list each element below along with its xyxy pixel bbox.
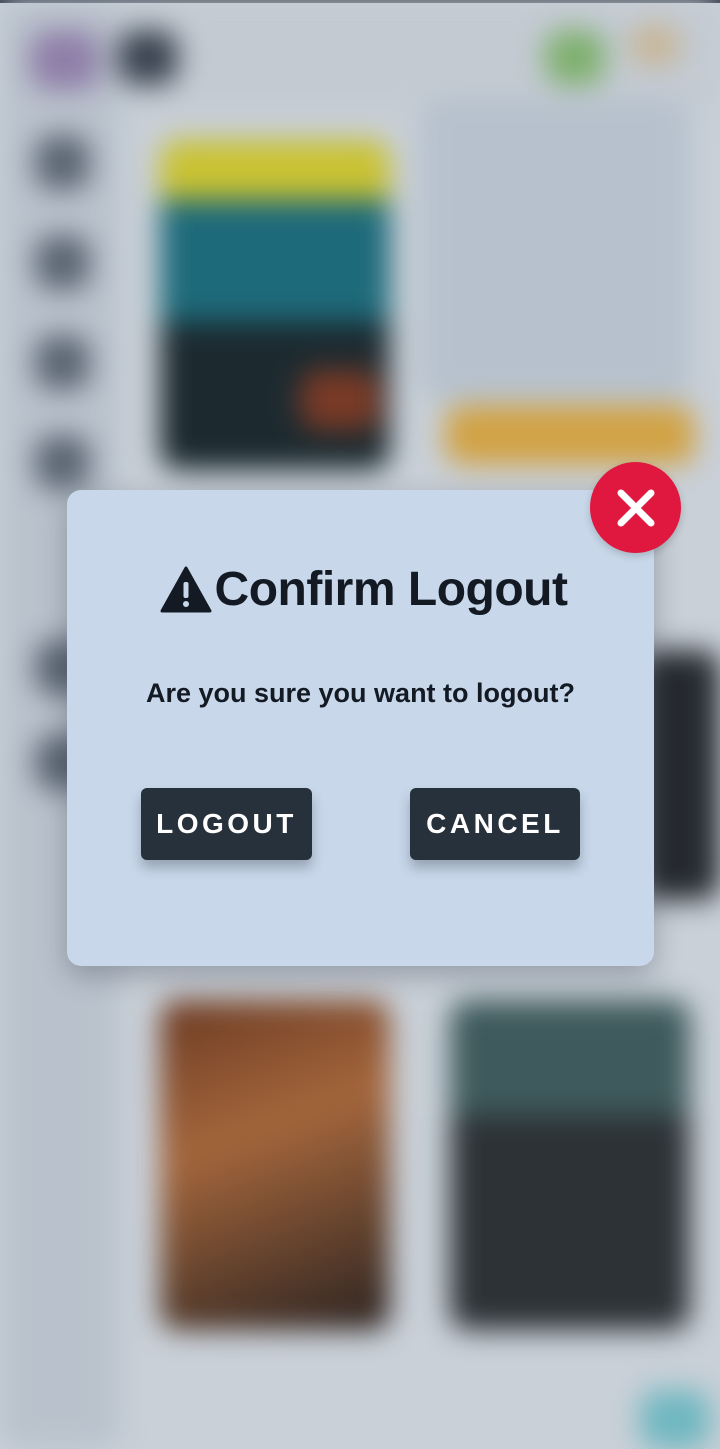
background-logo xyxy=(30,30,100,90)
background-header-icon xyxy=(545,30,605,85)
logout-button[interactable]: LOGOUT xyxy=(141,788,312,860)
background-nav-icon xyxy=(640,1390,710,1449)
background-avatar xyxy=(118,30,178,85)
cancel-button[interactable]: CANCEL xyxy=(410,788,580,860)
background-poster xyxy=(450,1000,690,1330)
background-rail-icon xyxy=(35,235,90,290)
dialog-message: Are you sure you want to logout? xyxy=(145,678,575,708)
background-action-button xyxy=(445,405,695,465)
warning-triangle-icon xyxy=(160,566,212,612)
background-rail-icon xyxy=(35,335,90,390)
close-button[interactable] xyxy=(590,462,681,553)
dialog-title: Confirm Logout xyxy=(214,563,568,616)
close-icon xyxy=(617,489,654,526)
background-header-icon xyxy=(630,25,680,65)
background-rail-icon xyxy=(35,135,90,190)
background-poster-detail xyxy=(300,370,380,430)
background-rail-icon xyxy=(35,435,90,490)
background-info-card xyxy=(420,100,690,400)
dialog-title-row: Confirm Logout xyxy=(0,562,720,617)
background-poster xyxy=(160,1000,390,1330)
